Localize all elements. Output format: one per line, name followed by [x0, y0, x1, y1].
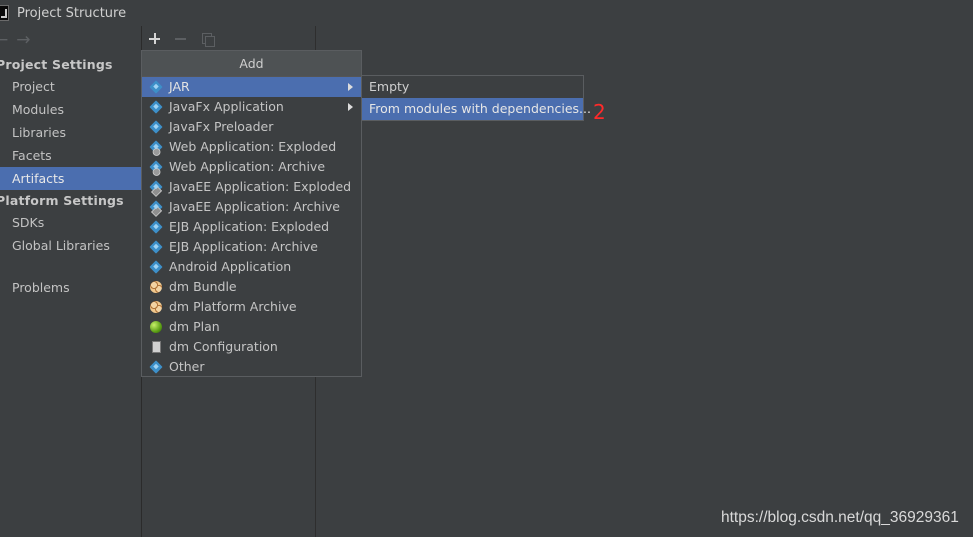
web-icon [149, 160, 163, 174]
sidebar-item-global-libraries[interactable]: Global Libraries [0, 234, 141, 257]
submenu-arrow-icon [348, 103, 353, 111]
javaee-icon [149, 200, 163, 214]
menu-item-javafx-preloader[interactable]: JavaFx Preloader [142, 117, 361, 137]
other-icon [149, 360, 163, 374]
javafx-icon [149, 120, 163, 134]
back-arrow-icon[interactable]: ← [0, 30, 8, 50]
menu-item-label: Android Application [169, 259, 292, 274]
ejb-icon [149, 220, 163, 234]
sidebar-item-facets[interactable]: Facets [0, 144, 141, 167]
javafx-icon [149, 100, 163, 114]
platform-settings-header: Platform Settings [0, 193, 124, 208]
sidebar-item-problems[interactable]: Problems [0, 276, 141, 299]
minus-icon[interactable] [174, 32, 188, 46]
menu-item-ejb-application-archive[interactable]: EJB Application: Archive [142, 237, 361, 257]
menu-item-label: dm Configuration [169, 339, 278, 354]
dm-bundle-icon [150, 281, 162, 293]
menu-item-javafx-application[interactable]: JavaFx Application [142, 97, 361, 117]
artifacts-toolbar [142, 28, 220, 50]
sidebar-item-project[interactable]: Project [0, 75, 141, 98]
jar-submenu: Empty From modules with dependencies... [361, 75, 591, 121]
menu-item-dm-platform-archive[interactable]: dm Platform Archive [142, 297, 361, 317]
menu-item-label: JavaEE Application: Exploded [169, 179, 352, 194]
project-settings-header: Project Settings [0, 57, 113, 72]
android-icon [149, 260, 163, 274]
watermark: https://blog.csdn.net/qq_36929361 [721, 509, 959, 526]
nav-bar: ← → [0, 26, 141, 54]
sidebar-item-sdks[interactable]: SDKs [0, 211, 141, 234]
menu-item-dm-configuration[interactable]: dm Configuration [142, 337, 361, 357]
menu-item-web-application-exploded[interactable]: Web Application: Exploded [142, 137, 361, 157]
intellij-logo-icon [0, 5, 9, 21]
menu-item-label: Web Application: Archive [169, 159, 326, 174]
sidebar-item-libraries[interactable]: Libraries [0, 121, 141, 144]
menu-item-jar[interactable]: JAR [142, 77, 361, 97]
menu-item-label: Other [169, 359, 205, 374]
javaee-icon [149, 180, 163, 194]
add-menu: Add JAR JavaFx Application JavaFx Preloa… [141, 50, 362, 377]
menu-item-label: JAR [169, 79, 190, 94]
menu-item-label: dm Bundle [169, 279, 237, 294]
menu-item-android-application[interactable]: Android Application [142, 257, 361, 277]
copy-icon[interactable] [200, 32, 215, 47]
sidebar-item-artifacts[interactable]: Artifacts [0, 167, 141, 190]
menu-item-label: JavaEE Application: Archive [169, 199, 340, 214]
menu-item-javaee-application-exploded[interactable]: JavaEE Application: Exploded [142, 177, 361, 197]
step-annotation: 2 [593, 100, 606, 124]
plus-icon[interactable] [148, 32, 162, 46]
menu-item-other[interactable]: Other [142, 357, 361, 377]
ejb-icon [149, 240, 163, 254]
menu-item-label: JavaFx Preloader [169, 119, 274, 134]
menu-item-ejb-application-exploded[interactable]: EJB Application: Exploded [142, 217, 361, 237]
menu-item-label: dm Plan [169, 319, 220, 334]
submenu-item-from-modules[interactable]: From modules with dependencies... [362, 98, 591, 120]
menu-item-dm-bundle[interactable]: dm Bundle [142, 277, 361, 297]
title-bar: Project Structure [0, 0, 973, 26]
add-menu-header: Add [142, 51, 361, 77]
menu-item-label: Web Application: Exploded [169, 139, 337, 154]
menu-item-label: JavaFx Application [169, 99, 284, 114]
submenu-item-empty[interactable]: Empty [362, 76, 583, 98]
dm-plan-icon [150, 321, 162, 333]
dm-platform-icon [150, 301, 162, 313]
jar-icon [149, 80, 163, 94]
menu-item-web-application-archive[interactable]: Web Application: Archive [142, 157, 361, 177]
dm-configuration-icon [152, 341, 161, 353]
sidebar: ← → Project Settings Project Modules Lib… [0, 26, 141, 537]
web-icon [149, 140, 163, 154]
sidebar-item-modules[interactable]: Modules [0, 98, 141, 121]
menu-item-label: EJB Application: Exploded [169, 219, 330, 234]
window-title: Project Structure [17, 5, 127, 21]
menu-item-dm-plan[interactable]: dm Plan [142, 317, 361, 337]
menu-item-label: EJB Application: Archive [169, 239, 318, 254]
menu-item-javaee-application-archive[interactable]: JavaEE Application: Archive [142, 197, 361, 217]
submenu-arrow-icon [348, 83, 353, 91]
forward-arrow-icon[interactable]: → [16, 30, 30, 50]
menu-item-label: dm Platform Archive [169, 299, 297, 314]
